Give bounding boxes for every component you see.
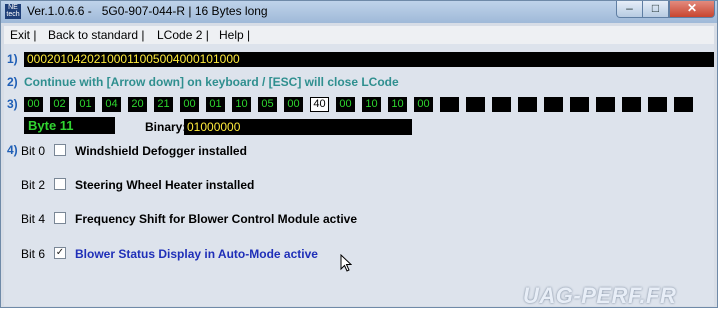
menu-lcode2[interactable]: LCode 2 | <box>157 28 209 42</box>
byte-cell-11[interactable]: 40 <box>310 97 329 112</box>
close-button[interactable]: ✕ <box>669 1 715 18</box>
app-logo-icon: NE tech <box>5 4 21 19</box>
menu-bar: Exit | Back to standard | LCode 2 | Help… <box>4 26 714 44</box>
bit-4-description[interactable]: Frequency Shift for Blower Control Modul… <box>75 212 357 226</box>
byte-cell-empty[interactable] <box>570 97 589 112</box>
bit-0-checkbox[interactable] <box>54 144 66 156</box>
maximize-button[interactable]: □ <box>642 1 669 18</box>
byte-cell-7[interactable]: 01 <box>206 97 225 112</box>
bit-6-description[interactable]: Blower Status Display in Auto-Mode activ… <box>75 247 318 261</box>
byte-cell-empty[interactable] <box>622 97 641 112</box>
byte-cell-4[interactable]: 20 <box>128 97 147 112</box>
bit-2-checkbox[interactable] <box>54 178 66 190</box>
lcode-content: 1) 00020104202100011005004000101000 2) C… <box>4 44 714 306</box>
window-title: Ver.1.0.6.6 - 5G0-907-044-R | 16 Bytes l… <box>27 4 268 18</box>
byte-cell-empty[interactable] <box>596 97 615 112</box>
row-number-1: 1) <box>7 52 18 66</box>
bit-4-label: Bit 4 <box>21 212 46 226</box>
byte-cell-12[interactable]: 00 <box>336 97 355 112</box>
byte-cell-empty[interactable] <box>440 97 459 112</box>
menu-exit[interactable]: Exit | <box>10 28 36 42</box>
coding-string-field[interactable]: 00020104202100011005004000101000 <box>24 52 714 67</box>
row-number-4: 4) <box>7 143 18 157</box>
row-number-3: 3) <box>7 97 18 111</box>
menu-back-to-standard[interactable]: Back to standard | <box>48 28 145 42</box>
bit-0-label: Bit 0 <box>21 144 46 158</box>
bit-0-description[interactable]: Windshield Defogger installed <box>75 144 247 158</box>
title-bar[interactable]: NE tech Ver.1.0.6.6 - 5G0-907-044-R | 16… <box>1 1 717 23</box>
byte-cell-9[interactable]: 05 <box>258 97 277 112</box>
byte-cell-empty[interactable] <box>518 97 537 112</box>
byte-cell-1[interactable]: 02 <box>50 97 69 112</box>
bit-2-description[interactable]: Steering Wheel Heater installed <box>75 178 254 192</box>
byte-cell-empty[interactable] <box>674 97 693 112</box>
byte-cell-5[interactable]: 21 <box>154 97 173 112</box>
mouse-cursor-icon <box>340 254 352 272</box>
bit-6-label: Bit 6 <box>21 247 46 261</box>
byte-cell-0[interactable]: 00 <box>24 97 43 112</box>
byte-cell-10[interactable]: 00 <box>284 97 303 112</box>
bit-6-checkbox[interactable]: ✓ <box>54 247 66 259</box>
byte-cell-empty[interactable] <box>492 97 511 112</box>
byte-cell-6[interactable]: 00 <box>180 97 199 112</box>
selected-byte-label: Byte 11 <box>24 117 115 134</box>
byte-cell-8[interactable]: 10 <box>232 97 251 112</box>
bit-2-label: Bit 2 <box>21 178 46 192</box>
byte-cell-empty[interactable] <box>544 97 563 112</box>
watermark-logo: UAG-PERF.FR <box>523 283 677 308</box>
menu-help[interactable]: Help | <box>219 28 250 42</box>
byte-cell-empty[interactable] <box>466 97 485 112</box>
binary-label: Binary: <box>145 120 187 134</box>
instruction-text: Continue with [Arrow down] on keyboard /… <box>24 75 399 89</box>
minimize-button[interactable]: – <box>616 1 643 18</box>
binary-value-field: 01000000 <box>184 119 412 135</box>
byte-cell-15[interactable]: 00 <box>414 97 433 112</box>
checkmark-icon: ✓ <box>55 247 65 258</box>
byte-cell-3[interactable]: 04 <box>102 97 121 112</box>
byte-cell-2[interactable]: 01 <box>76 97 95 112</box>
byte-cell-empty[interactable] <box>648 97 667 112</box>
row-number-2: 2) <box>7 75 18 89</box>
byte-cell-13[interactable]: 10 <box>362 97 381 112</box>
lcode-window: NE tech Ver.1.0.6.6 - 5G0-907-044-R | 16… <box>0 0 718 308</box>
byte-cell-14[interactable]: 10 <box>388 97 407 112</box>
bit-4-checkbox[interactable] <box>54 212 66 224</box>
